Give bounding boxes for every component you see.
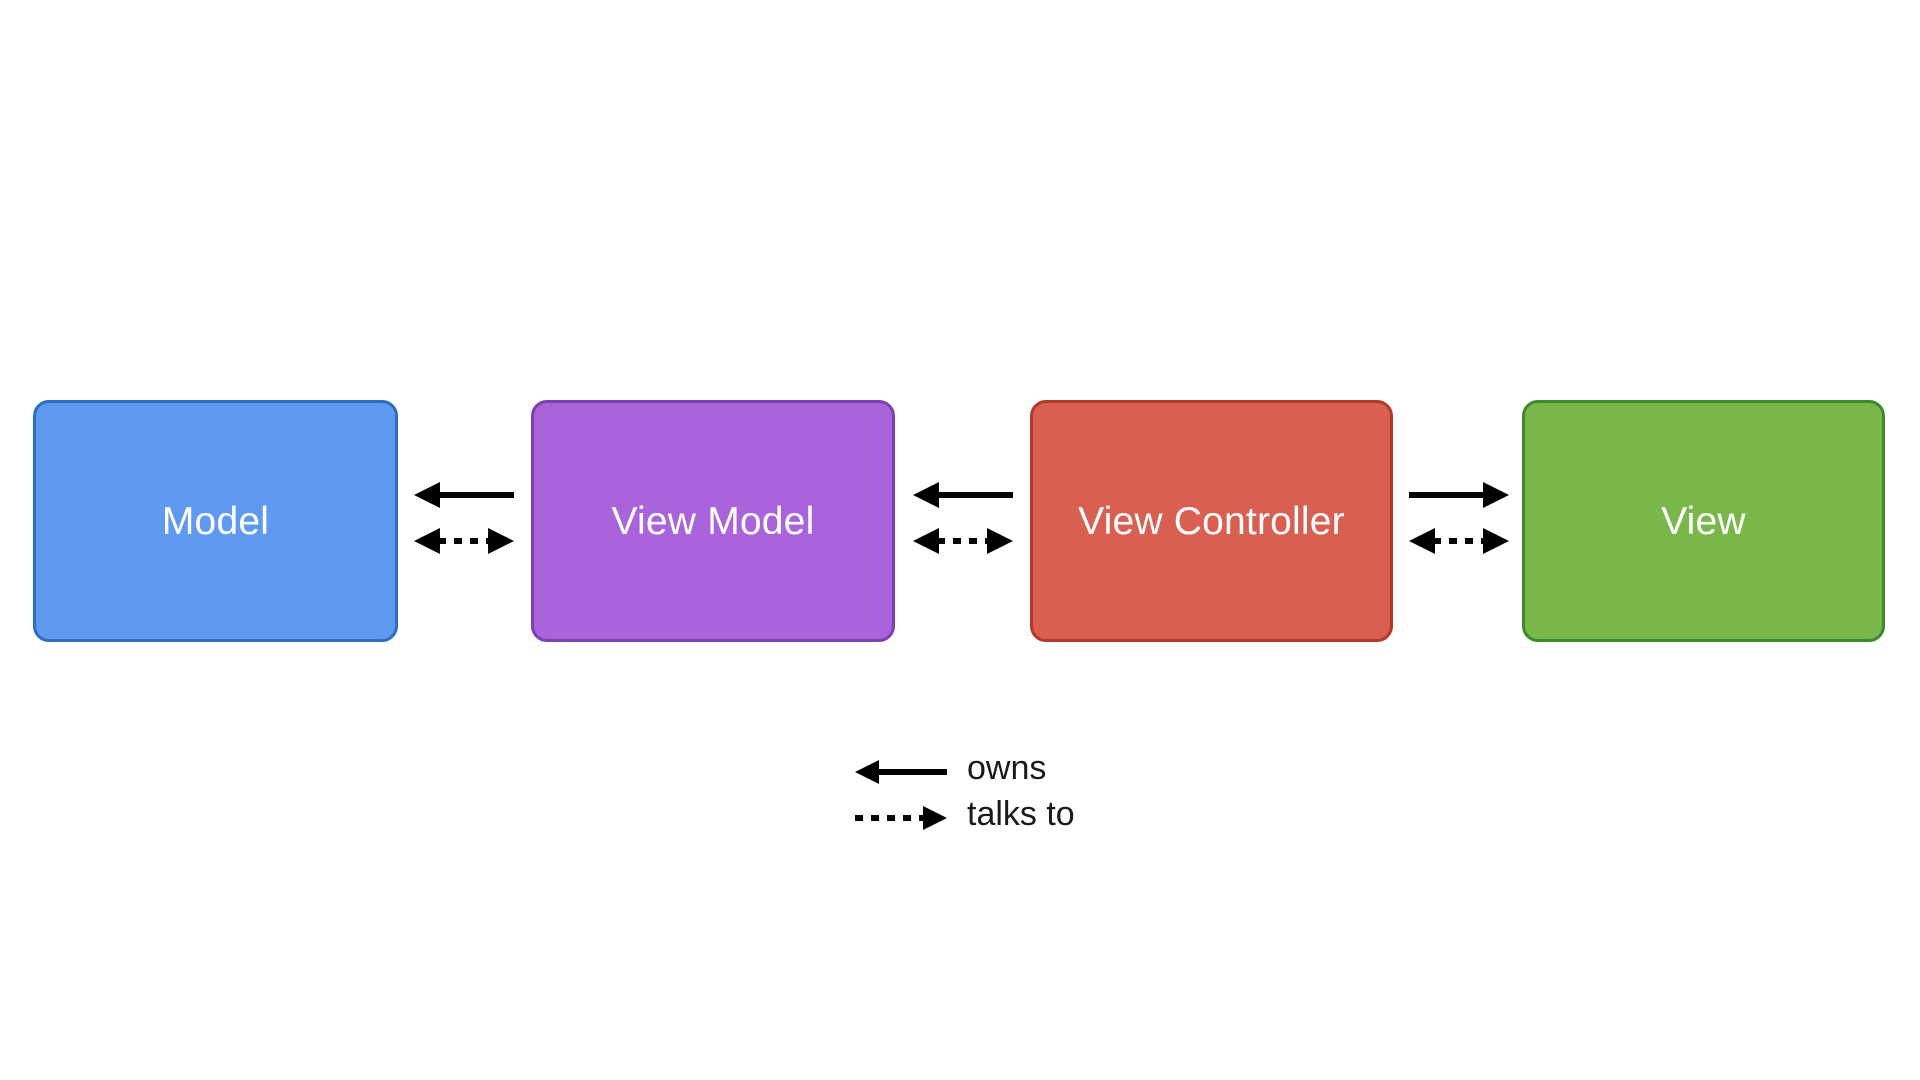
dotted-arrow-icon <box>855 791 951 837</box>
node-label-model: Model <box>161 499 270 543</box>
node-view[interactable]: View <box>1522 400 1885 642</box>
connection-vc-talks-vm <box>913 524 1013 558</box>
node-label-view-controller: View Controller <box>1078 499 1345 543</box>
node-model[interactable]: Model <box>33 400 398 642</box>
node-view-model[interactable]: View Model <box>531 400 895 642</box>
connection-vc-owns-view <box>1409 478 1509 512</box>
legend-label-legend-owns: owns <box>967 749 1047 787</box>
solid-arrow-icon <box>855 745 951 791</box>
diagram-canvas: Model View Model View Controller View owns t… <box>0 0 1920 1080</box>
legend-label-legend-talks-to: talks to <box>967 795 1075 833</box>
connection-vc-talks-view <box>1409 524 1509 558</box>
connection-vc-owns-vm <box>913 478 1013 512</box>
node-view-controller[interactable]: View Controller <box>1030 400 1393 642</box>
connection-vm-owns-model <box>414 478 514 512</box>
connection-vm-talks-model <box>414 524 514 558</box>
node-label-view: View <box>1661 499 1746 543</box>
node-label-view-model: View Model <box>611 499 815 543</box>
